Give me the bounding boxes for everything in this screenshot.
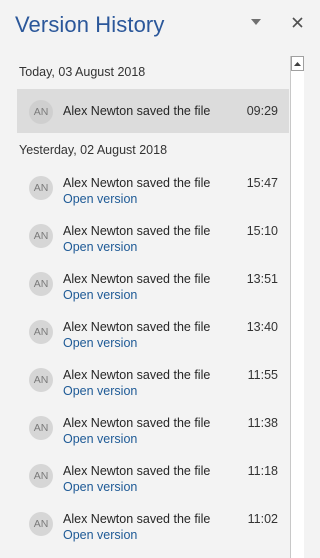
version-entry[interactable]: AN Alex Newton saved the file Open versi… <box>17 314 289 358</box>
avatar: AN <box>29 512 53 536</box>
version-author-text: Alex Newton saved the file <box>63 104 211 118</box>
chevron-up-icon <box>294 61 301 66</box>
version-time: 11:18 <box>247 464 278 478</box>
version-time: 13:51 <box>246 272 278 286</box>
version-author-text: Alex Newton saved the file <box>63 272 211 286</box>
open-version-link[interactable]: Open version <box>63 288 137 302</box>
version-entry[interactable]: AN Alex Newton saved the file Open versi… <box>17 458 289 502</box>
vertical-scrollbar[interactable] <box>290 56 304 558</box>
avatar: AN <box>29 224 53 248</box>
avatar: AN <box>29 416 53 440</box>
avatar: AN <box>29 176 53 200</box>
pane-title: Version History <box>15 12 165 37</box>
avatar: AN <box>29 100 53 124</box>
open-version-link[interactable]: Open version <box>63 240 137 254</box>
avatar: AN <box>29 272 53 296</box>
version-time: 11:55 <box>247 368 278 382</box>
version-entry[interactable]: AN Alex Newton saved the file Open versi… <box>17 170 289 214</box>
open-version-link[interactable]: Open version <box>63 336 137 350</box>
version-history-pane: Version History Today, 03 August 2018 AN… <box>0 0 314 558</box>
version-entry[interactable]: AN Alex Newton saved the file Open versi… <box>17 218 289 262</box>
version-author-text: Alex Newton saved the file <box>63 512 211 526</box>
open-version-link[interactable]: Open version <box>63 480 137 494</box>
version-entry[interactable]: AN Alex Newton saved the file Open versi… <box>17 410 289 454</box>
close-icon[interactable] <box>288 13 306 31</box>
chevron-down-icon[interactable] <box>249 17 263 27</box>
version-entry[interactable]: AN Alex Newton saved the file Open versi… <box>17 266 289 310</box>
avatar: AN <box>29 320 53 344</box>
version-author-text: Alex Newton saved the file <box>63 224 211 238</box>
open-version-link[interactable]: Open version <box>63 432 137 446</box>
version-time: 11:02 <box>247 512 278 526</box>
version-time: 15:10 <box>246 224 278 238</box>
version-time: 15:47 <box>246 176 278 190</box>
version-entry[interactable]: AN Alex Newton saved the file Open versi… <box>17 362 289 406</box>
group-header-yesterday: Yesterday, 02 August 2018 <box>19 143 168 157</box>
version-author-text: Alex Newton saved the file <box>63 176 211 190</box>
version-time: 11:38 <box>247 416 278 430</box>
scroll-up-button[interactable] <box>291 56 304 71</box>
version-entry[interactable]: AN Alex Newton saved the file Open versi… <box>17 506 289 550</box>
scroll-track[interactable] <box>291 71 304 558</box>
version-entry[interactable]: AN Alex Newton saved the file 09:29 <box>17 89 289 133</box>
version-author-text: Alex Newton saved the file <box>63 464 211 478</box>
group-header-today: Today, 03 August 2018 <box>19 65 146 79</box>
version-author-text: Alex Newton saved the file <box>63 416 211 430</box>
version-time: 13:40 <box>246 320 278 334</box>
version-author-text: Alex Newton saved the file <box>63 368 211 382</box>
open-version-link[interactable]: Open version <box>63 528 137 542</box>
version-author-text: Alex Newton saved the file <box>63 320 211 334</box>
open-version-link[interactable]: Open version <box>63 192 137 206</box>
open-version-link[interactable]: Open version <box>63 384 137 398</box>
avatar: AN <box>29 368 53 392</box>
version-time: 09:29 <box>246 104 278 118</box>
version-list: Today, 03 August 2018 AN Alex Newton sav… <box>0 56 290 558</box>
avatar: AN <box>29 464 53 488</box>
